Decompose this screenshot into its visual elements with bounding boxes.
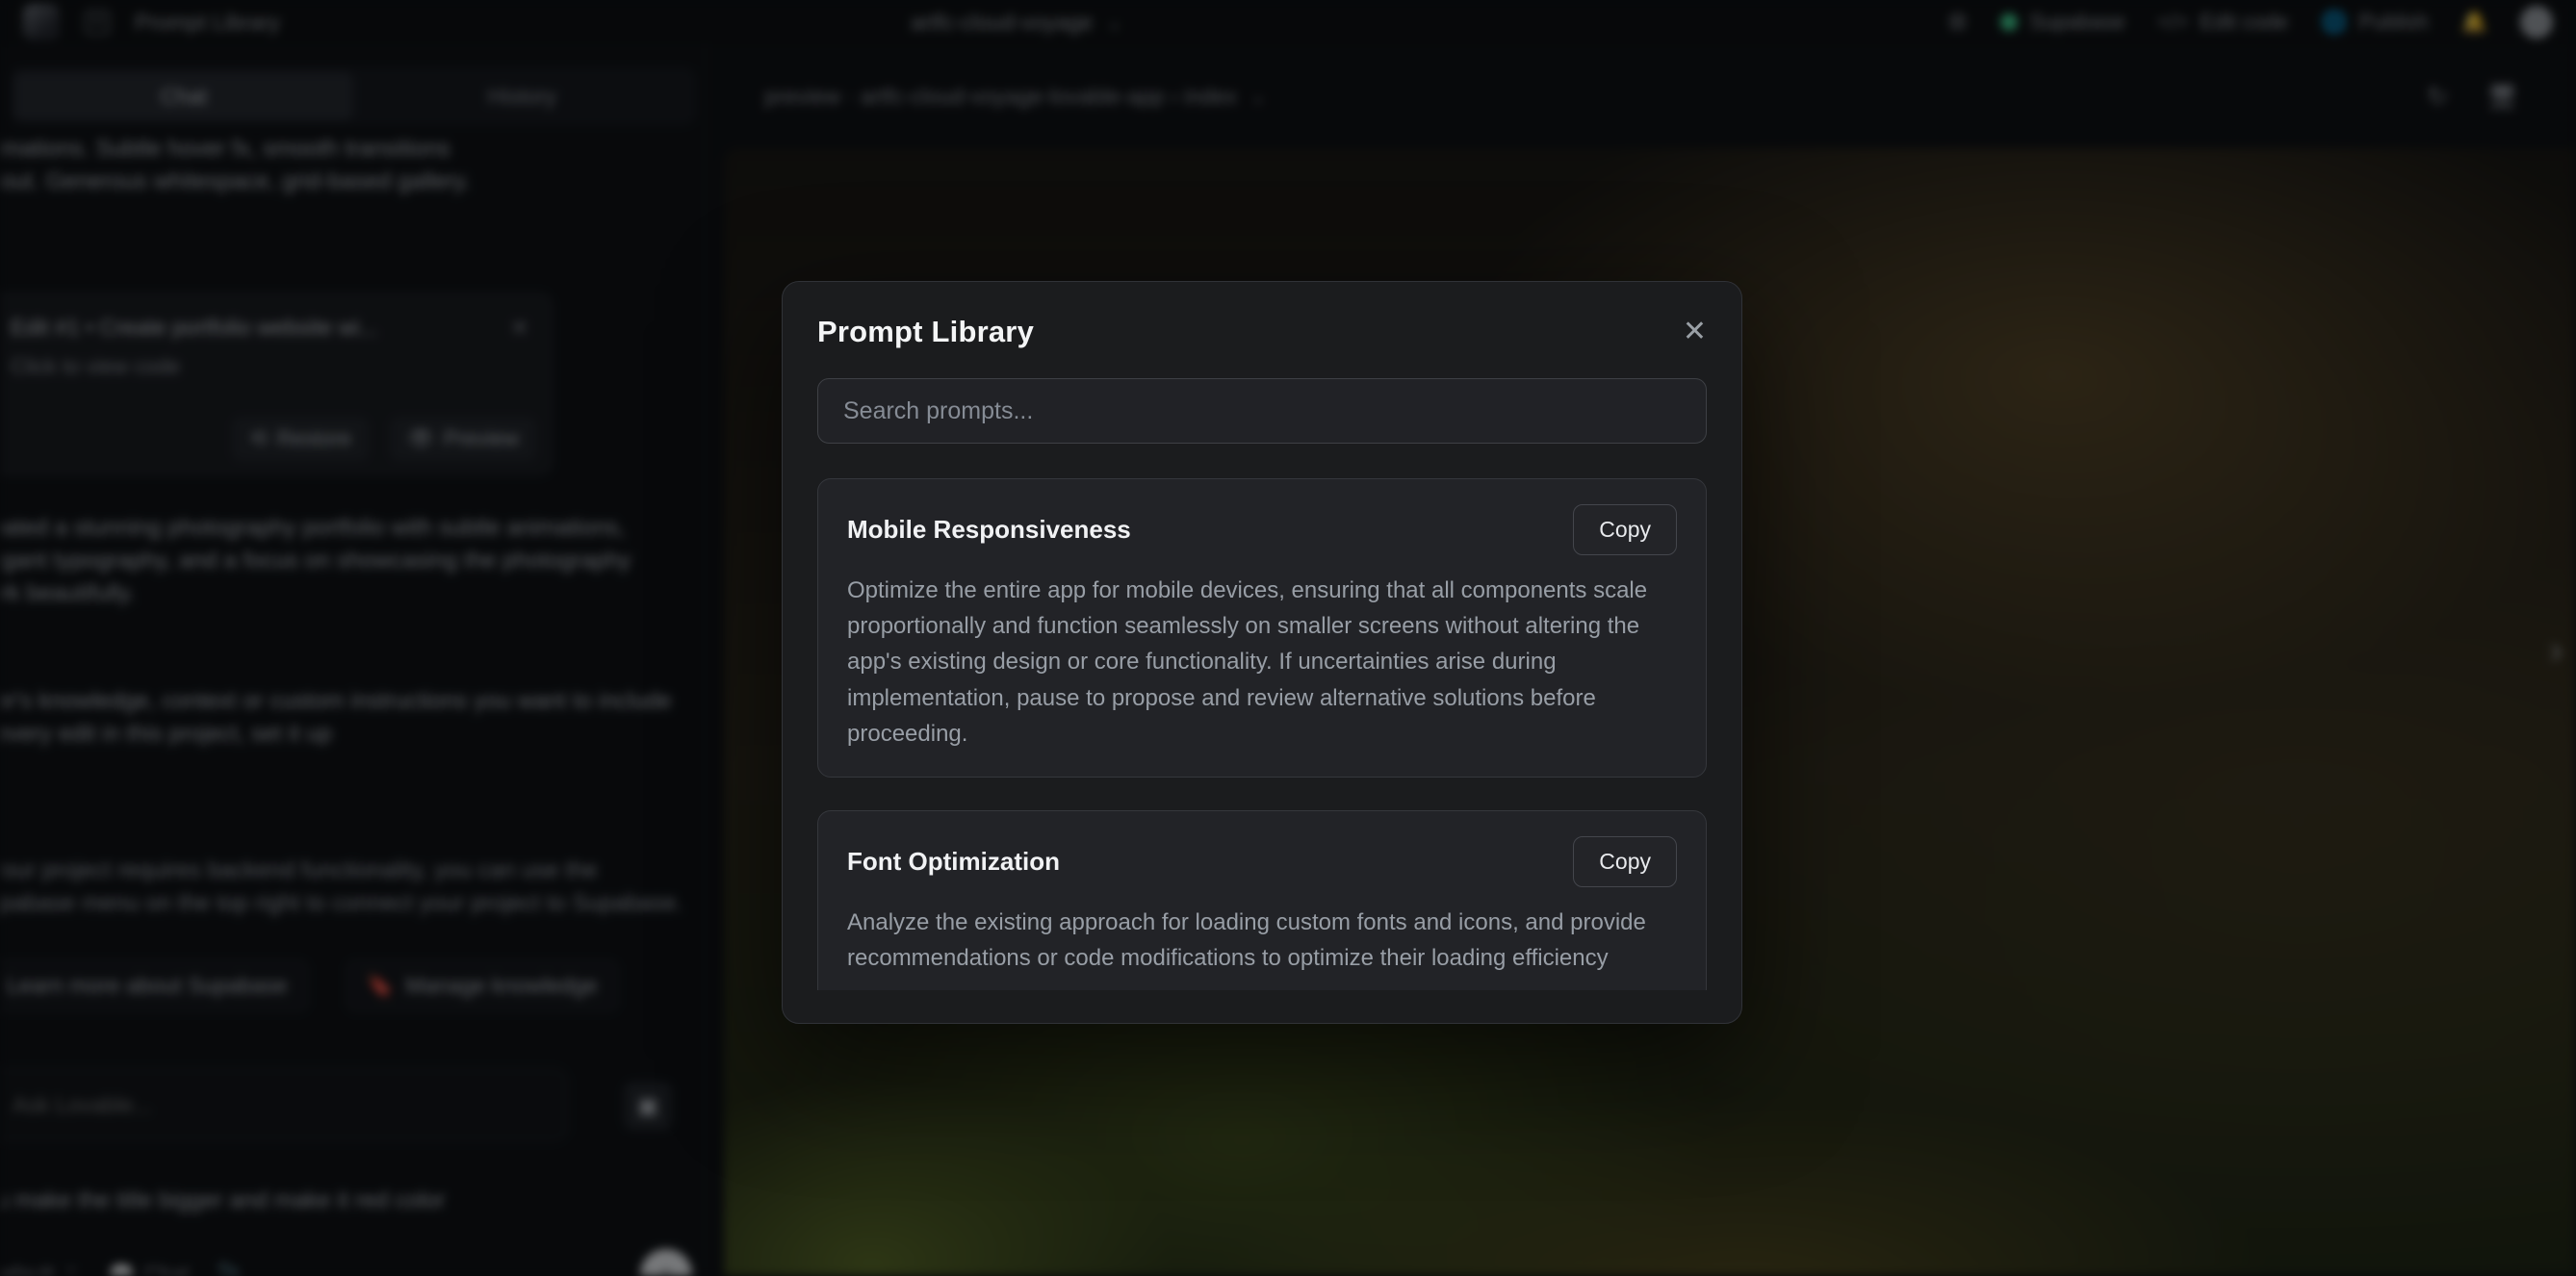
close-icon[interactable]: ✕ <box>1683 318 1707 346</box>
prompt-library-modal: Prompt Library ✕ Mobile Responsiveness C… <box>782 281 1742 1024</box>
search-input[interactable] <box>843 397 1681 425</box>
app-root: Prompt Library artfc-cloud-voyage ⌄ ⚙ Su… <box>0 0 2576 1276</box>
prompt-list: Mobile Responsiveness Copy Optimize the … <box>817 478 1707 990</box>
prompt-card-font-optimization: Font Optimization Copy Analyze the exist… <box>817 810 1707 990</box>
prompt-body: Analyze the existing approach for loadin… <box>847 905 1677 976</box>
prompt-body: Optimize the entire app for mobile devic… <box>847 573 1677 752</box>
prompt-card-mobile-responsiveness: Mobile Responsiveness Copy Optimize the … <box>817 478 1707 778</box>
prompt-title: Mobile Responsiveness <box>847 515 1131 545</box>
search-box <box>817 378 1707 444</box>
prompt-title: Font Optimization <box>847 847 1060 877</box>
copy-button[interactable]: Copy <box>1573 836 1677 887</box>
copy-button[interactable]: Copy <box>1573 504 1677 555</box>
modal-title: Prompt Library <box>817 315 1034 349</box>
